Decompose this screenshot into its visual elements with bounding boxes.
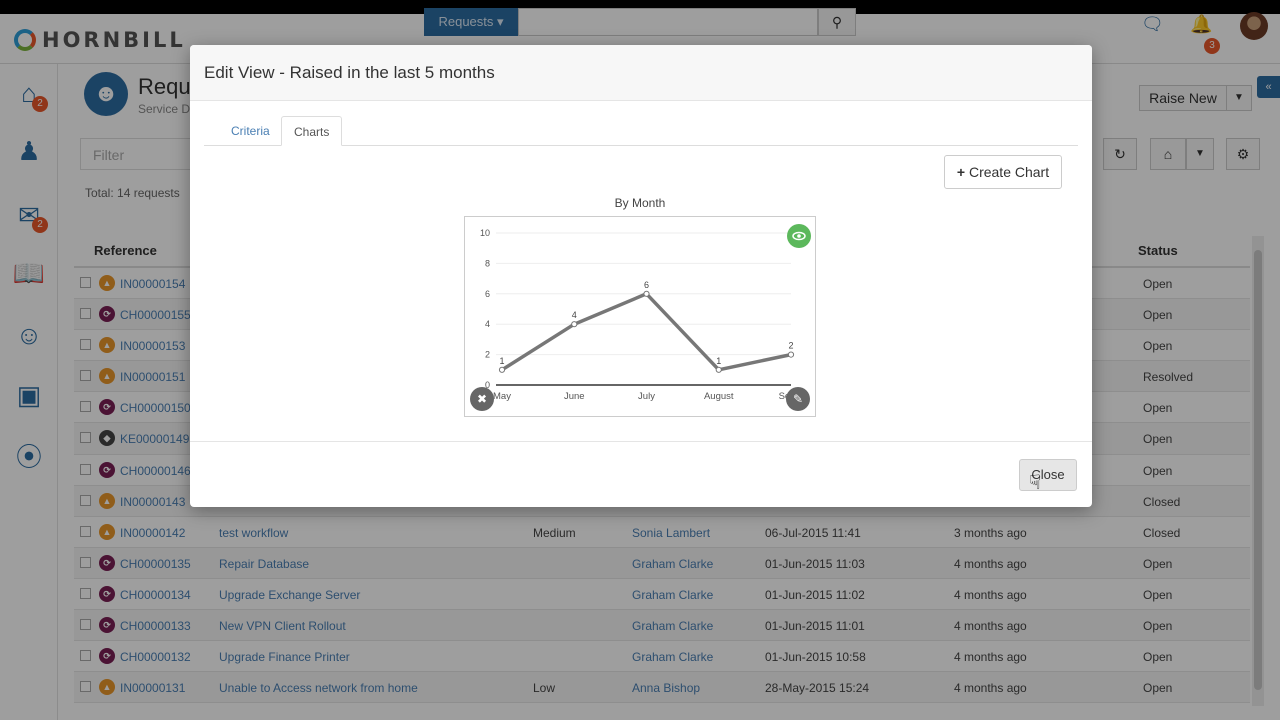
data-point [643, 290, 650, 297]
modal-footer-divider [190, 441, 1092, 442]
close-button[interactable]: Close [1019, 459, 1077, 491]
x-tick-label: June [564, 391, 585, 402]
edit-view-modal: Edit View - Raised in the last 5 months … [190, 45, 1092, 507]
create-chart-label: Create Chart [968, 164, 1050, 180]
chart-card: 0246810MayJuneJulyAugustSepte14612✖✎ [464, 216, 816, 417]
y-tick-label: 4 [485, 319, 490, 329]
data-label: 6 [644, 280, 649, 290]
data-label: 2 [788, 341, 793, 351]
edit-chart-glyph: ✎ [793, 392, 803, 406]
data-point [498, 366, 506, 373]
data-point [571, 321, 578, 328]
tab-criteria[interactable]: Criteria [219, 116, 282, 146]
modal-title: Edit View - Raised in the last 5 months [204, 63, 495, 82]
eye-icon-pupil [797, 234, 801, 238]
line-chart: 0246810MayJuneJulyAugustSepte14612✖✎ [470, 224, 811, 411]
x-tick-label: August [704, 391, 734, 402]
data-point [715, 366, 722, 373]
modal-tabs: Criteria Charts [204, 116, 1078, 146]
y-tick-label: 10 [480, 228, 490, 238]
series-line [501, 292, 792, 372]
y-tick-label: 8 [485, 258, 490, 268]
chart-title: By Month [614, 196, 666, 210]
hand-cursor-icon: ☟ [1029, 472, 1042, 494]
x-tick-label: May [493, 391, 511, 402]
y-tick-label: 2 [485, 350, 490, 360]
tab-charts[interactable]: Charts [281, 116, 343, 146]
modal-header: Edit View - Raised in the last 5 months [190, 45, 1092, 101]
remove-chart-glyph: ✖ [477, 392, 487, 406]
x-tick-label: July [638, 391, 655, 402]
data-point [787, 351, 795, 358]
data-label: 1 [499, 356, 504, 366]
plus-icon: + [956, 164, 966, 180]
data-label: 4 [572, 310, 577, 320]
create-chart-button[interactable]: + Create Chart [944, 155, 1062, 189]
y-tick-label: 6 [485, 289, 490, 299]
data-label: 1 [716, 356, 721, 366]
